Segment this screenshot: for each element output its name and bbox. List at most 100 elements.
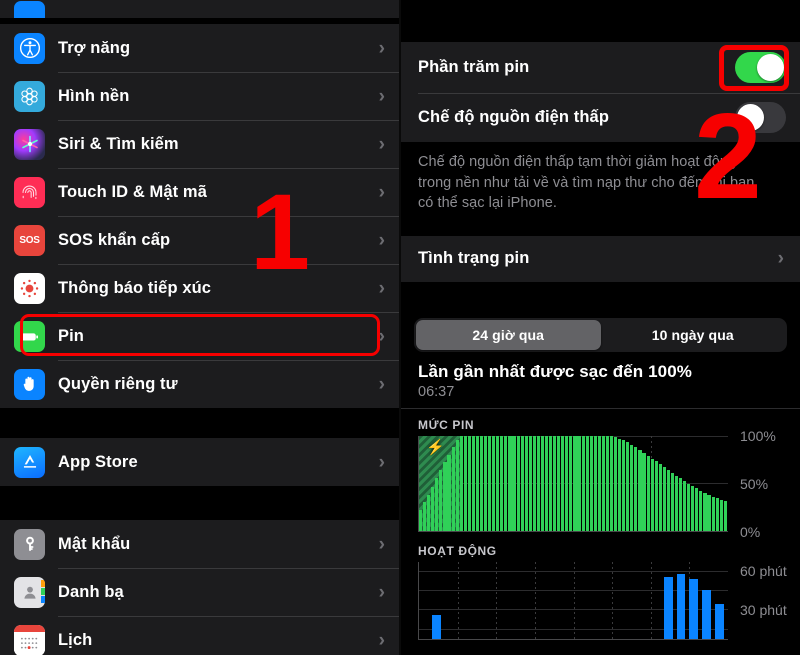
contacts-tab-blue bbox=[41, 595, 45, 603]
battery-percentage-row[interactable]: Phần trăm pin bbox=[401, 42, 800, 93]
battery-level-bar bbox=[512, 435, 516, 531]
battery-level-bar bbox=[715, 498, 719, 531]
battery-level-bar bbox=[435, 478, 439, 531]
calendar-header-bar bbox=[14, 624, 45, 632]
battery-level-bar bbox=[630, 445, 634, 531]
sidebar-item-battery[interactable]: Pin › bbox=[0, 312, 399, 360]
battery-level-bar bbox=[516, 435, 520, 531]
battery-level-bar bbox=[605, 435, 610, 531]
battery-level-bar bbox=[585, 435, 589, 531]
battery-level-bar bbox=[687, 484, 691, 531]
sidebar-item-calendar[interactable]: Lịch › bbox=[0, 616, 399, 655]
battery-level-bar bbox=[658, 464, 662, 531]
activity-bar bbox=[676, 573, 686, 639]
chevron-right-icon: › bbox=[378, 85, 385, 107]
time-range-segmented-control[interactable]: 24 giờ qua 10 ngày qua bbox=[414, 317, 787, 352]
sidebar-item-label: Hình nền bbox=[58, 86, 130, 105]
battery-level-bar bbox=[638, 449, 642, 531]
battery-level-bar bbox=[455, 440, 459, 531]
sidebar-item-passwords[interactable]: Mật khẩu › bbox=[0, 520, 399, 568]
battery-level-bar bbox=[622, 440, 626, 531]
y-tick-label: 50% bbox=[740, 475, 769, 492]
y-tick-label: 30 phút bbox=[740, 602, 787, 619]
battery-level-bar bbox=[467, 435, 471, 531]
battery-level-bar bbox=[561, 435, 565, 531]
tab-last-24-hours[interactable]: 24 giờ qua bbox=[416, 319, 601, 350]
tab-last-10-days[interactable]: 10 ngày qua bbox=[601, 320, 786, 350]
exposure-notification-icon bbox=[14, 272, 45, 304]
battery-level-bar bbox=[626, 442, 630, 531]
sidebar-item-label: Lịch bbox=[58, 630, 93, 649]
privacy-hand-icon bbox=[14, 368, 45, 400]
chevron-right-icon: › bbox=[378, 581, 385, 603]
sidebar-item-wallpaper[interactable]: Hình nền › bbox=[0, 72, 399, 120]
battery-level-bar bbox=[553, 435, 557, 531]
battery-level-bar bbox=[618, 438, 622, 531]
battery-percentage-label: Phần trăm pin bbox=[418, 58, 530, 76]
battery-level-bar bbox=[699, 490, 703, 531]
battery-level-bar bbox=[719, 500, 723, 531]
battery-settings-panel: Phần trăm pin Chế độ nguồn điện thấp Chế… bbox=[399, 0, 800, 655]
battery-level-bar bbox=[723, 501, 727, 531]
sidebar-item-privacy[interactable]: Quyền riêng tư › bbox=[0, 360, 399, 408]
panel-top-spacer bbox=[401, 0, 800, 42]
chevron-right-icon: › bbox=[378, 181, 385, 203]
settings-row-partial[interactable] bbox=[0, 0, 399, 18]
battery-level-bar bbox=[492, 435, 496, 531]
battery-level-bar bbox=[500, 435, 504, 531]
blue-app-icon bbox=[14, 1, 45, 18]
battery-level-bar bbox=[508, 435, 512, 531]
sidebar-item-siri-search[interactable]: Siri & Tìm kiếm › bbox=[0, 120, 399, 168]
low-power-mode-label: Chế độ nguồn điện thấp bbox=[418, 108, 610, 126]
sidebar-item-contacts[interactable]: Danh bạ › bbox=[0, 568, 399, 616]
battery-level-bar bbox=[443, 462, 447, 531]
contacts-tab-green bbox=[41, 587, 45, 595]
group-spacer bbox=[0, 408, 399, 438]
battery-level-bar bbox=[496, 435, 500, 531]
accessibility-icon bbox=[14, 32, 45, 64]
chevron-right-icon: › bbox=[378, 325, 385, 347]
battery-level-bar bbox=[597, 435, 601, 531]
contacts-tab-orange bbox=[41, 579, 45, 587]
chevron-right-icon: › bbox=[378, 451, 385, 473]
battery-level-bar bbox=[711, 496, 715, 531]
passwords-key-icon bbox=[14, 528, 45, 560]
battery-level-bar bbox=[683, 481, 687, 531]
screenshot-root: Trợ năng › Hình nền › Siri & Tìm kiếm › … bbox=[0, 0, 800, 655]
charging-bolt-icon: ⚡ bbox=[426, 438, 445, 456]
battery-percentage-toggle[interactable] bbox=[735, 52, 786, 83]
battery-level-bar bbox=[565, 435, 569, 531]
section-spacer bbox=[401, 281, 800, 306]
group-spacer bbox=[0, 486, 399, 520]
sidebar-item-touch-id-passcode[interactable]: Touch ID & Mật mã › bbox=[0, 168, 399, 216]
chevron-right-icon: › bbox=[378, 37, 385, 59]
battery-level-bar bbox=[439, 469, 443, 531]
sidebar-item-app-store[interactable]: App Store › bbox=[0, 438, 399, 486]
battery-level-bar bbox=[423, 502, 427, 531]
sidebar-item-exposure-notifications[interactable]: Thông báo tiếp xúc › bbox=[0, 264, 399, 312]
battery-level-bar bbox=[674, 475, 679, 531]
battery-level-bar bbox=[557, 435, 561, 531]
battery-level-bar bbox=[451, 447, 455, 531]
settings-group-accounts: Mật khẩu › Danh bạ › Lịch › bbox=[0, 520, 399, 655]
battery-level-bar bbox=[609, 435, 614, 531]
battery-level-bar bbox=[634, 447, 638, 531]
battery-level-bar bbox=[679, 478, 683, 531]
settings-group-partial-top bbox=[0, 0, 399, 18]
battery-level-bar bbox=[650, 458, 654, 531]
battery-level-bar bbox=[654, 461, 658, 531]
chevron-right-icon: › bbox=[777, 248, 784, 270]
sidebar-item-emergency-sos[interactable]: SOS SOS khẩn cấp › bbox=[0, 216, 399, 264]
battery-health-row[interactable]: Tình trạng pin › bbox=[401, 235, 800, 282]
sidebar-item-accessibility[interactable]: Trợ năng › bbox=[0, 24, 399, 72]
chevron-right-icon: › bbox=[378, 629, 385, 651]
battery-level-bar bbox=[524, 435, 528, 531]
sidebar-item-label: Trợ năng bbox=[58, 38, 131, 57]
battery-level-bar bbox=[642, 452, 646, 531]
battery-level-bar bbox=[614, 436, 618, 531]
battery-level-bar bbox=[532, 435, 536, 531]
y-tick-label: 0% bbox=[740, 523, 761, 540]
chevron-right-icon: › bbox=[378, 277, 385, 299]
sidebar-item-label: Mật khẩu bbox=[58, 534, 131, 553]
activity-bars bbox=[419, 562, 728, 639]
